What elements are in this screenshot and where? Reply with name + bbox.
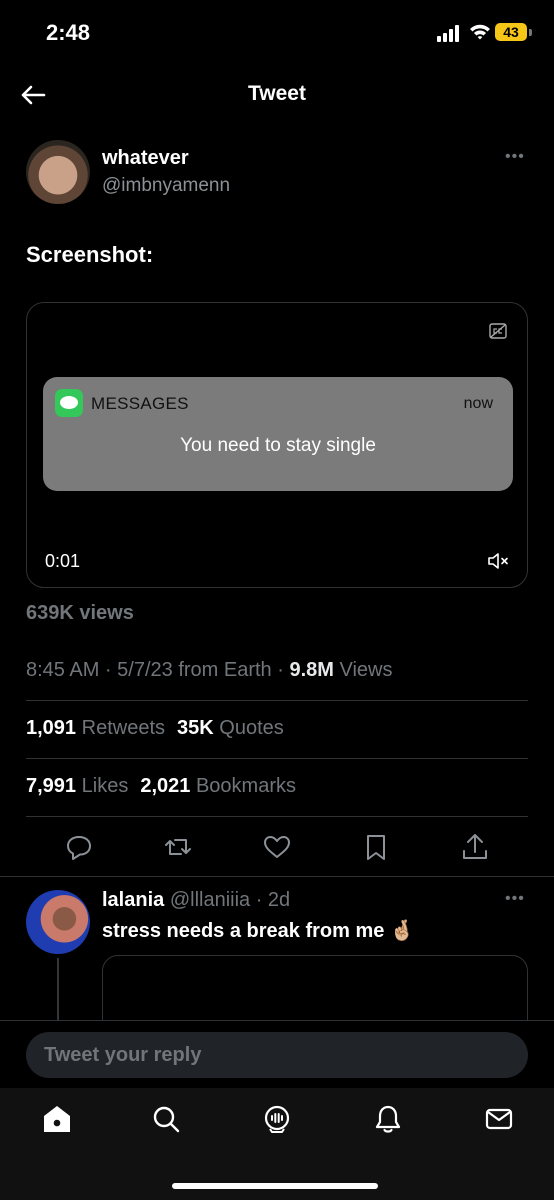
retweets-label: Retweets <box>81 717 165 739</box>
retweet-icon[interactable] <box>163 832 193 862</box>
notification-time: now <box>463 395 493 412</box>
bookmarks-count: 2,021 <box>140 775 191 797</box>
likes-count: 7,991 <box>26 775 77 797</box>
status-time: 2:48 <box>46 20 91 45</box>
notifications-icon[interactable] <box>373 1104 403 1134</box>
thread-connector <box>57 958 59 1020</box>
wifi-icon <box>470 24 490 40</box>
like-icon[interactable] <box>262 832 292 862</box>
bookmark-icon[interactable] <box>361 832 391 862</box>
likes-label: Likes <box>81 775 129 797</box>
divider <box>26 758 528 759</box>
home-icon[interactable] <box>42 1104 72 1134</box>
reply-author-name: lalania <box>102 889 165 911</box>
reply-icon[interactable] <box>64 832 94 862</box>
video-views: 639K views <box>26 602 134 624</box>
quotes-label: Quotes <box>219 717 284 739</box>
video-timestamp: 0:01 <box>45 551 81 571</box>
divider <box>26 700 528 701</box>
tweet-actions <box>0 832 554 864</box>
author-handle[interactable]: @imbnyamenn <box>102 175 230 197</box>
battery-indicator: 43 <box>495 23 527 41</box>
captions-icon[interactable] <box>489 323 507 339</box>
home-indicator <box>172 1183 378 1189</box>
status-bar: 2:48 43 <box>0 0 554 66</box>
tweet-views-label: Views <box>333 659 393 681</box>
author-avatar[interactable] <box>26 140 90 204</box>
tweet-text: Screenshot: <box>26 242 154 267</box>
author-name[interactable]: whatever <box>102 147 189 170</box>
reply-author-avatar[interactable] <box>26 890 90 954</box>
messages-icon[interactable] <box>484 1104 514 1134</box>
tweet-video[interactable]: MESSAGES now You need to stay single 0:0… <box>26 302 528 588</box>
retweets-stat[interactable]: 1,091 Retweets <box>26 717 165 739</box>
reply-author-handle: @lllaniiia · 2d <box>169 889 291 911</box>
more-icon[interactable]: ••• <box>505 890 525 908</box>
reply-author[interactable]: lalania @lllaniiia · 2d <box>102 889 290 912</box>
cellular-signal-icon <box>437 24 463 42</box>
tweet-metadata: 8:45 AM · 5/7/23 from Earth · 9.8M Views <box>26 659 392 682</box>
search-icon[interactable] <box>151 1104 181 1134</box>
tweet-timestamp: 8:45 AM · 5/7/23 from Earth · <box>26 659 290 681</box>
reply-input[interactable] <box>26 1032 528 1078</box>
reply-composer-bar <box>0 1020 554 1088</box>
notification-app-name: MESSAGES <box>91 394 189 413</box>
spaces-icon[interactable] <box>262 1104 292 1134</box>
page-title: Tweet <box>248 82 306 105</box>
notification-card: MESSAGES now You need to stay single <box>43 377 513 491</box>
battery-cap <box>529 29 532 36</box>
divider <box>0 876 554 877</box>
share-icon[interactable] <box>460 832 490 862</box>
divider <box>26 816 528 817</box>
quotes-stat[interactable]: 35K Quotes <box>177 717 284 739</box>
notification-body: You need to stay single <box>180 435 376 456</box>
reply-text: stress needs a break from me 🤞🏼 <box>102 920 415 942</box>
engagement-stats-row-1: 1,091 Retweets 35K Quotes <box>26 717 284 740</box>
bookmarks-label: Bookmarks <box>195 775 296 797</box>
top-header: Tweet <box>0 66 554 124</box>
tweet-views-count: 9.8M <box>289 659 334 681</box>
retweets-count: 1,091 <box>26 717 77 739</box>
more-icon[interactable]: ••• <box>505 148 525 166</box>
bookmarks-stat[interactable]: 2,021 Bookmarks <box>140 775 296 797</box>
mute-icon[interactable] <box>487 551 509 571</box>
quotes-count: 35K <box>177 717 214 739</box>
messages-app-icon <box>55 389 83 417</box>
likes-stat[interactable]: 7,991 Likes <box>26 775 128 797</box>
engagement-stats-row-2: 7,991 Likes 2,021 Bookmarks <box>26 775 296 798</box>
